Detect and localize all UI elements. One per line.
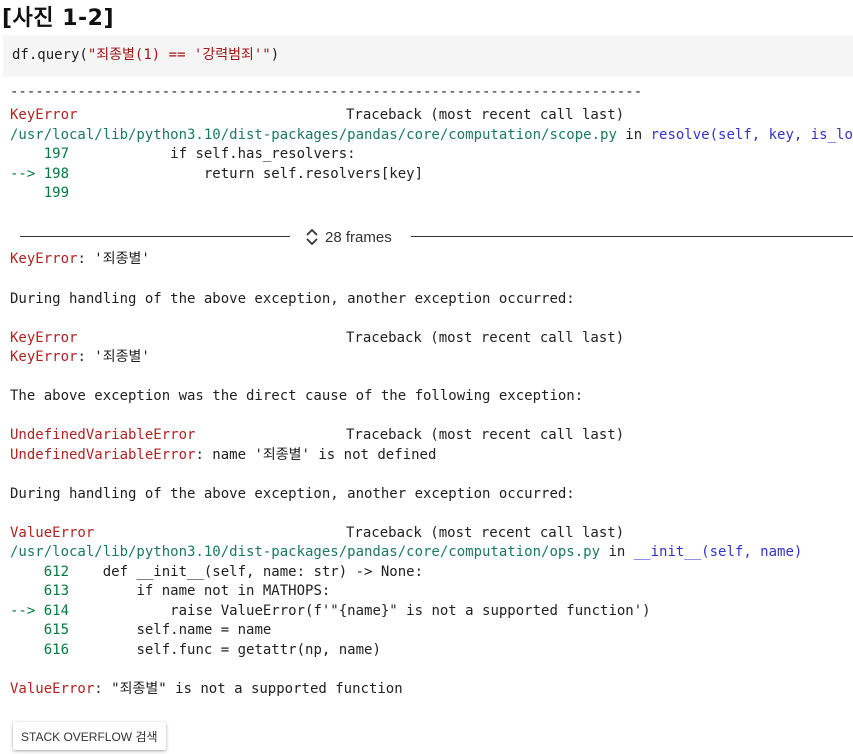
code-cell[interactable]: df.query("죄종별(1) == '강력범죄'") <box>3 35 853 77</box>
line-number: 199 <box>10 185 70 201</box>
frames-toggle-button[interactable]: 28 frames <box>305 226 392 248</box>
tb1-path[interactable]: /usr/local/lib/python3.10/dist-packages/… <box>10 127 617 143</box>
line-code: self.name = name <box>69 622 272 638</box>
tb4-args: (self, name) <box>701 544 803 560</box>
keyerror-message: : '죄종별' <box>77 251 150 267</box>
tb4-line: 613 if name not in MATHOPS: <box>10 582 331 602</box>
tb4-header: ValueError Traceback (most recent call la… <box>10 524 624 544</box>
line-code: if name not in MATHOPS: <box>69 583 331 599</box>
tb3-header: UndefinedVariableError Traceback (most re… <box>10 426 624 446</box>
tb1-traceback: Traceback (most recent call last) <box>346 107 625 123</box>
tb4-func: __init__ <box>633 544 702 560</box>
tb3-error: UndefinedVariableError <box>10 427 196 443</box>
tb1-line: 197 if self.has_resolvers: <box>10 145 356 165</box>
code-suffix: ) <box>270 47 280 63</box>
keyerror-line: KeyError: '죄종별' <box>10 250 150 270</box>
tb1-func: resolve <box>650 127 710 143</box>
tb4-traceback: Traceback (most recent call last) <box>346 525 625 541</box>
tb4-error: ValueError <box>10 525 95 541</box>
code-string: "죄종별(1) == '강력범죄'" <box>87 47 271 63</box>
keyerror-line: KeyError: '죄종별' <box>10 348 150 368</box>
stack-overflow-search-button[interactable]: STACK OVERFLOW 검색 <box>13 722 166 750</box>
keyerror-name: KeyError <box>10 349 78 365</box>
during-handling-text: During handling of the above exception, … <box>10 291 575 307</box>
keyerror-message: : '죄종별' <box>77 349 150 365</box>
line-number: 612 <box>10 564 70 580</box>
tb1-line: --> 198 return self.resolvers[key] <box>10 165 423 185</box>
frames-label: 28 frames <box>325 228 392 246</box>
undefined-error-message: : name '죄종별' is not defined <box>195 447 437 463</box>
tb4-location: /usr/local/lib/python3.10/dist-packages/… <box>10 543 802 563</box>
undefined-error-name: UndefinedVariableError <box>10 447 196 463</box>
tb2-header: KeyError Traceback (most recent call last… <box>10 329 624 349</box>
tb4-path[interactable]: /usr/local/lib/python3.10/dist-packages/… <box>10 544 600 560</box>
line-number: 197 <box>10 146 70 162</box>
line-number: --> 198 <box>10 166 70 182</box>
undefined-error-line: UndefinedVariableError: name '죄종별' is no… <box>10 446 436 466</box>
tb4-line: 615 self.name = name <box>10 621 272 641</box>
tb2-traceback: Traceback (most recent call last) <box>346 330 625 346</box>
line-code: return self.resolvers[key] <box>69 166 424 182</box>
code-prefix: df.query( <box>12 47 88 63</box>
tb1-line: 199 <box>10 184 69 204</box>
cell-code[interactable]: df.query("죄종별(1) == '강력범죄'") <box>12 46 279 66</box>
during-handling-text: During handling of the above exception, … <box>10 486 575 502</box>
chevron-up-down-icon <box>305 227 319 247</box>
tb1-in: in <box>616 127 651 143</box>
tb1-header: KeyError Traceback (most recent call last… <box>10 106 624 126</box>
tb4-line: 616 self.func = getattr(np, name) <box>10 641 381 661</box>
frames-divider-left <box>20 236 290 237</box>
tb1-args: (self, key, is_local) <box>709 127 853 143</box>
direct-cause-text: The above exception was the direct cause… <box>10 388 584 404</box>
line-code: def __init__(self, name: str) -> None: <box>69 564 424 580</box>
line-number: --> 614 <box>10 603 70 619</box>
line-code: if self.has_resolvers: <box>69 146 356 162</box>
keyerror-name: KeyError <box>10 251 78 267</box>
final-error-line: ValueError: "죄종별" is not a supported fun… <box>10 680 403 700</box>
line-number: 613 <box>10 583 70 599</box>
frames-collapser: 28 frames <box>20 226 853 248</box>
tb4-line: 612 def __init__(self, name: str) -> Non… <box>10 563 423 583</box>
tb2-error: KeyError <box>10 330 78 346</box>
line-number: 616 <box>10 642 70 658</box>
tb4-line: --> 614 raise ValueError(f'"{name}" is n… <box>10 602 651 622</box>
final-error-name: ValueError <box>10 681 95 697</box>
frames-divider-right <box>411 236 853 237</box>
figure-caption: [사진 1-2] <box>2 6 114 31</box>
separator-rule: ----------------------------------------… <box>10 84 643 100</box>
tb3-traceback: Traceback (most recent call last) <box>346 427 625 443</box>
line-code: self.func = getattr(np, name) <box>69 642 381 658</box>
tb1-error: KeyError <box>10 107 78 123</box>
tb4-in: in <box>600 544 634 560</box>
tb1-location: /usr/local/lib/python3.10/dist-packages/… <box>10 126 853 146</box>
final-error-message: : "죄종별" is not a supported function <box>94 681 403 697</box>
line-number: 615 <box>10 622 70 638</box>
line-code: raise ValueError(f'"{name}" is not a sup… <box>69 603 651 619</box>
